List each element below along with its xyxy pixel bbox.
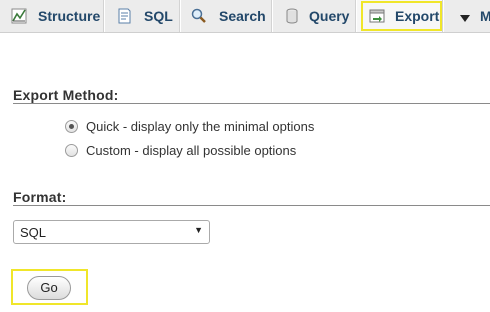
structure-icon xyxy=(10,7,28,25)
select-arrow-icon: ▼ xyxy=(194,225,203,235)
tab-search-label: Search xyxy=(219,8,266,24)
tab-search[interactable]: Search xyxy=(181,0,273,32)
sql-document-icon xyxy=(115,7,133,25)
tab-structure[interactable]: Structure xyxy=(0,0,105,32)
format-title: Format: xyxy=(13,189,67,205)
format-select-value: SQL xyxy=(20,225,47,240)
tab-export[interactable]: Export xyxy=(357,0,444,32)
tab-more-label: M xyxy=(480,8,490,24)
tab-bar: Structure SQL Search Query Export xyxy=(0,0,490,33)
format-select[interactable]: SQL ▼ xyxy=(13,220,210,244)
search-icon xyxy=(190,7,208,25)
custom-radio[interactable] xyxy=(65,144,78,157)
export-icon xyxy=(368,7,386,25)
tab-sql[interactable]: SQL xyxy=(105,0,181,32)
caret-down-icon xyxy=(459,11,471,22)
export-method-divider xyxy=(13,103,490,104)
tab-query[interactable]: Query xyxy=(273,0,357,32)
go-button[interactable]: Go xyxy=(27,276,71,300)
format-divider xyxy=(13,205,490,206)
tab-query-label: Query xyxy=(309,8,350,24)
tab-export-label: Export xyxy=(395,8,440,24)
tab-structure-label: Structure xyxy=(38,8,101,24)
tab-more[interactable]: M xyxy=(444,0,490,32)
custom-radio-label: Custom - display all possible options xyxy=(86,143,297,158)
database-icon xyxy=(283,7,301,25)
tab-sql-label: SQL xyxy=(144,8,173,24)
export-method-title: Export Method: xyxy=(13,87,119,103)
quick-radio[interactable] xyxy=(65,120,78,133)
quick-radio-label: Quick - display only the minimal options xyxy=(86,119,315,134)
